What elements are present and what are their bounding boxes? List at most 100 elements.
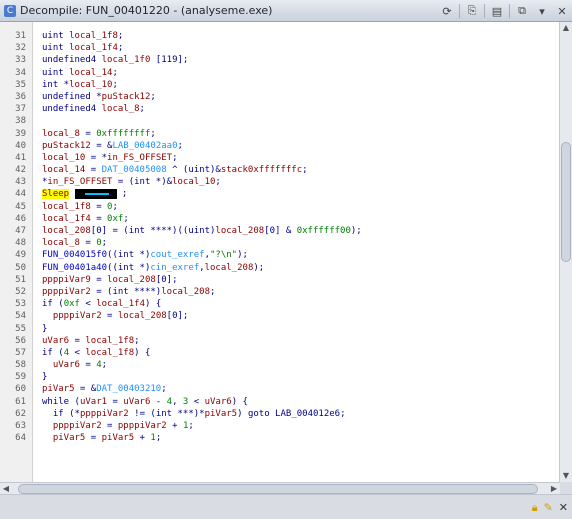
code-text[interactable]: local_1f8 = 0; (42, 201, 118, 213)
code-text[interactable]: local_14 = DAT_00405008 ^ (uint)&stack0x… (42, 164, 308, 176)
code-text[interactable]: uVar6 = local_1f8; (42, 335, 140, 347)
line-number: 39 (15, 128, 26, 139)
snapshot-icon[interactable]: ⧉ (514, 3, 530, 19)
code-line[interactable]: 38 (0, 115, 560, 127)
code-text[interactable]: piVar5 = &DAT_00403210; (42, 383, 167, 395)
toolbar-separator (509, 4, 510, 18)
code-text[interactable]: undefined4 local_1f0 [119]; (42, 54, 188, 66)
code-line[interactable]: 46 local_1f4 = 0xf; (0, 213, 560, 225)
code-line[interactable]: 58 uVar6 = 4; (0, 359, 560, 371)
line-number: 43 (15, 177, 26, 188)
code-line[interactable]: 51 ppppiVar9 = local_208[0]; (0, 274, 560, 286)
horizontal-scroll-thumb[interactable] (18, 484, 538, 494)
code-text[interactable]: ppppiVar2 = local_208[0]; (42, 310, 189, 322)
close-icon[interactable]: ✕ (559, 501, 568, 515)
code-text[interactable]: FUN_00401a40((int *)cin_exref,local_208)… (42, 262, 264, 274)
code-text[interactable]: ppppiVar9 = local_208[0]; (42, 274, 178, 286)
status-icons: 🔒︎ ✎ ✕ (532, 501, 568, 515)
code-line[interactable]: 42 local_14 = DAT_00405008 ^ (uint)&stack… (0, 164, 560, 176)
code-line[interactable]: 64 piVar5 = piVar5 + 1; (0, 432, 560, 444)
code-line[interactable]: 48 local_8 = 0; (0, 237, 560, 249)
line-number: 34 (15, 67, 26, 78)
code-text[interactable]: uint local_14; (42, 67, 118, 79)
code-text[interactable]: FUN_004015f0((int *)cout_exref,"?\n"); (42, 249, 248, 261)
code-text[interactable]: *in_FS_OFFSET = (int *)&local_10; (42, 176, 221, 188)
code-text[interactable]: ppppiVar2 = (int ****)local_208; (42, 286, 215, 298)
code-text[interactable]: uint local_1f8; (42, 30, 123, 42)
code-line[interactable]: 52 ppppiVar2 = (int ****)local_208; (0, 286, 560, 298)
code-text[interactable]: local_8 = 0xffffffff; (42, 128, 156, 140)
code-line[interactable]: 40 puStack12 = &LAB_00402aa0; (0, 140, 560, 152)
decompiler-icon: C (4, 4, 16, 17)
code-pane[interactable]: 31 uint local_1f8; 32 uint local_1f4; 33 unde… (0, 22, 572, 482)
code-line[interactable]: 39 local_8 = 0xffffffff; (0, 128, 560, 140)
code-line[interactable]: 63 ppppiVar2 = ppppiVar2 + 1; (0, 420, 560, 432)
line-number: 42 (15, 165, 26, 176)
scroll-up-icon[interactable]: ▲ (560, 22, 572, 34)
toolbar-separator (484, 4, 485, 18)
code-text[interactable]: local_8 = 0; (42, 237, 107, 249)
line-number: 56 (15, 335, 26, 346)
refresh-icon[interactable]: ⟳ (439, 3, 455, 19)
toolbar-separator (459, 4, 460, 18)
code-line[interactable]: 44 Sleep ; (0, 188, 560, 200)
lock-icon[interactable]: 🔒︎ (532, 501, 538, 515)
code-text[interactable]: undefined *puStack12; (42, 91, 156, 103)
line-number: 64 (15, 433, 26, 444)
code-line[interactable]: 62 if (*ppppiVar2 != (int ***)*piVar5) g… (0, 408, 560, 420)
code-line[interactable]: 56 uVar6 = local_1f8; (0, 335, 560, 347)
code-lines: 31 uint local_1f8; 32 uint local_1f4; 33 unde… (0, 30, 560, 444)
window-titlebar[interactable]: C Decompile: FUN_00401220 - (analyseme.e… (0, 0, 572, 22)
code-text[interactable]: int *local_10; (42, 79, 118, 91)
status-bar: 🔒︎ ✎ ✕ (0, 494, 572, 519)
code-text[interactable]: if (4 < local_1f8) { (42, 347, 150, 359)
code-line[interactable]: 57 if (4 < local_1f8) { (0, 347, 560, 359)
close-icon[interactable]: ✕ (554, 3, 570, 19)
code-text[interactable]: puStack12 = &LAB_00402aa0; (42, 140, 183, 152)
code-text[interactable]: } (42, 323, 47, 335)
code-line[interactable]: 34 uint local_14; (0, 67, 560, 79)
export-icon[interactable]: ▤ (489, 3, 505, 19)
copy-icon[interactable]: ⎘ (464, 3, 480, 19)
code-text[interactable]: local_1f4 = 0xf; (42, 213, 129, 225)
code-text[interactable]: piVar5 = piVar5 + 1; (42, 432, 161, 444)
code-text[interactable]: local_10 = *in_FS_OFFSET; (42, 152, 178, 164)
line-number: 32 (15, 43, 26, 54)
line-number: 47 (15, 226, 26, 236)
code-line[interactable]: 50 FUN_00401a40((int *)cin_exref,local_20… (0, 262, 560, 274)
code-line[interactable]: 47 local_208[0] = (int ****)((uint)local_… (0, 225, 560, 237)
code-line[interactable]: 59} (0, 371, 560, 383)
code-text[interactable]: uVar6 = 4; (42, 359, 107, 371)
code-text[interactable]: undefined4 local_8; (42, 103, 145, 115)
scroll-down-icon[interactable]: ▼ (560, 470, 572, 482)
code-line[interactable]: 31 uint local_1f8; (0, 30, 560, 42)
code-text[interactable]: local_208[0] = (int ****)((uint)local_20… (42, 225, 362, 237)
code-line[interactable]: 49 FUN_004015f0((int *)cout_exref,"?\n"); (0, 249, 560, 261)
vertical-scrollbar[interactable]: ▲ ▼ (559, 22, 572, 482)
code-line[interactable]: 32 uint local_1f4; (0, 42, 560, 54)
code-line[interactable]: 45 local_1f8 = 0; (0, 201, 560, 213)
code-line[interactable]: 37 undefined4 local_8; (0, 103, 560, 115)
code-line[interactable]: 36 undefined *puStack12; (0, 91, 560, 103)
code-line[interactable]: 53 if (0xf < local_1f4) { (0, 298, 560, 310)
code-text[interactable]: if (*ppppiVar2 != (int ***)*piVar5) goto… (42, 408, 346, 420)
menu-dropdown-icon[interactable]: ▾ (534, 3, 550, 19)
code-text[interactable]: Sleep ; (42, 188, 127, 200)
code-line[interactable]: 33 undefined4 local_1f0 [119]; (0, 54, 560, 66)
code-line[interactable]: 54 ppppiVar2 = local_208[0]; (0, 310, 560, 322)
code-line[interactable]: 35 int *local_10; (0, 79, 560, 91)
code-text[interactable]: while (uVar1 = uVar6 - 4, 3 < uVar6) { (42, 396, 248, 408)
edit-icon[interactable]: ✎ (544, 501, 553, 515)
code-text[interactable]: } (42, 371, 47, 383)
code-line[interactable]: 43 *in_FS_OFFSET = (int *)&local_10; (0, 176, 560, 188)
line-number: 61 (15, 396, 26, 407)
code-line[interactable]: 60 piVar5 = &DAT_00403210; (0, 383, 560, 395)
line-number: 53 (15, 299, 26, 310)
code-line[interactable]: 41 local_10 = *in_FS_OFFSET; (0, 152, 560, 164)
code-text[interactable]: if (0xf < local_1f4) { (42, 298, 161, 310)
code-text[interactable]: ppppiVar2 = ppppiVar2 + 1; (42, 420, 194, 432)
code-line[interactable]: 55} (0, 323, 560, 335)
code-text[interactable]: uint local_1f4; (42, 42, 123, 54)
code-line[interactable]: 61 while (uVar1 = uVar6 - 4, 3 < uVar6) { (0, 396, 560, 408)
vertical-scroll-thumb[interactable] (561, 142, 571, 262)
